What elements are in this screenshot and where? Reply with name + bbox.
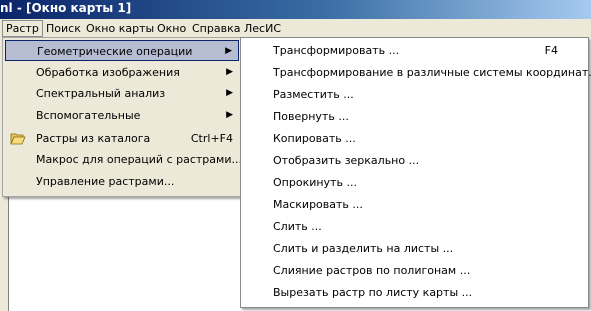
raster-dropdown-menu: Геометрические операции ▶ Обработка изоб… [2,37,242,197]
menu-item-label: Геометрические операции [37,45,193,58]
menu-item-label: Копировать ... [273,132,356,145]
menu-item-label: Вспомогательные [36,109,141,122]
menu-item-rasters-from-catalog[interactable]: Растры из каталога Ctrl+F4 [5,128,239,149]
menu-item-label: Маскировать ... [273,198,363,211]
menu-item-shortcut: Ctrl+F4 [190,132,233,145]
menu-item-label: Трансформировать ... [273,44,400,57]
menu-item-label: Спектральный анализ [36,87,166,100]
menu-lesis[interactable]: ЛесИС [241,21,284,36]
menu-window[interactable]: Окно [154,21,189,36]
submenu-item-transform-coord-systems[interactable]: Трансформирование в различные системы ко… [241,62,591,83]
menu-item-label: Отобразить зеркально ... [273,154,420,167]
menu-map-window[interactable]: Окно карты [83,21,157,36]
menu-item-shortcut: F4 [544,44,558,57]
submenu-arrow-icon: ▶ [226,110,233,120]
menu-item-auxiliary[interactable]: Вспомогательные ▶ [5,105,239,126]
menu-help[interactable]: Справка [189,21,243,36]
submenu-arrow-icon: ▶ [226,88,233,98]
menu-item-label: Повернуть ... [273,110,349,123]
submenu-item-mirror[interactable]: Отобразить зеркально ... [241,150,586,171]
menu-search[interactable]: Поиск [43,21,84,36]
menu-item-geometric-operations[interactable]: Геометрические операции ▶ [5,40,239,61]
menu-item-label: Слияние растров по полигонам ... [273,264,471,277]
menu-item-label: Трансформирование в различные системы ко… [273,66,591,79]
window-title: nl - [Окно карты 1] [0,1,132,15]
submenu-item-copy[interactable]: Копировать ... [241,128,586,149]
menu-item-label: Вырезать растр по листу карты ... [273,286,473,299]
menu-item-image-processing[interactable]: Обработка изображения ▶ [5,62,239,83]
menu-item-raster-macro[interactable]: Макрос для операций с растрами... [5,149,242,170]
title-bar: nl - [Окно карты 1] [0,0,591,19]
menu-raster[interactable]: Растр [2,20,43,37]
submenu-item-place[interactable]: Разместить ... [241,84,586,105]
submenu-item-merge-by-polygons[interactable]: Слияние растров по полигонам ... [241,260,586,281]
menu-item-label: Макрос для операций с растрами... [36,153,242,166]
menu-item-label: Разместить ... [273,88,354,101]
submenu-item-cut-by-map-sheet[interactable]: Вырезать растр по листу карты ... [241,282,586,303]
menu-item-label: Слить и разделить на листы ... [273,242,454,255]
menu-item-label: Управление растрами... [36,175,175,188]
submenu-item-merge[interactable]: Слить ... [241,216,586,237]
folder-open-icon [10,133,26,145]
submenu-item-merge-split-sheets[interactable]: Слить и разделить на листы ... [241,238,586,259]
submenu-item-transform[interactable]: Трансформировать ... F4 [241,40,586,61]
menu-item-label: Обработка изображения [36,66,180,79]
submenu-arrow-icon: ▶ [225,46,232,56]
menu-item-label: Опрокинуть ... [273,176,357,189]
submenu-arrow-icon: ▶ [226,67,233,77]
menu-bar: Растр Поиск Окно карты Окно Справка ЛесИ… [0,19,591,39]
menu-item-label: Растры из каталога [36,132,151,145]
submenu-item-rotate[interactable]: Повернуть ... [241,106,586,127]
submenu-item-mask[interactable]: Маскировать ... [241,194,586,215]
menu-item-manage-rasters[interactable]: Управление растрами... [5,171,239,192]
submenu-item-flip[interactable]: Опрокинуть ... [241,172,586,193]
menu-item-label: Слить ... [273,220,322,233]
geometric-operations-submenu: Трансформировать ... F4 Трансформировани… [240,37,591,308]
menu-item-spectral-analysis[interactable]: Спектральный анализ ▶ [5,83,239,104]
